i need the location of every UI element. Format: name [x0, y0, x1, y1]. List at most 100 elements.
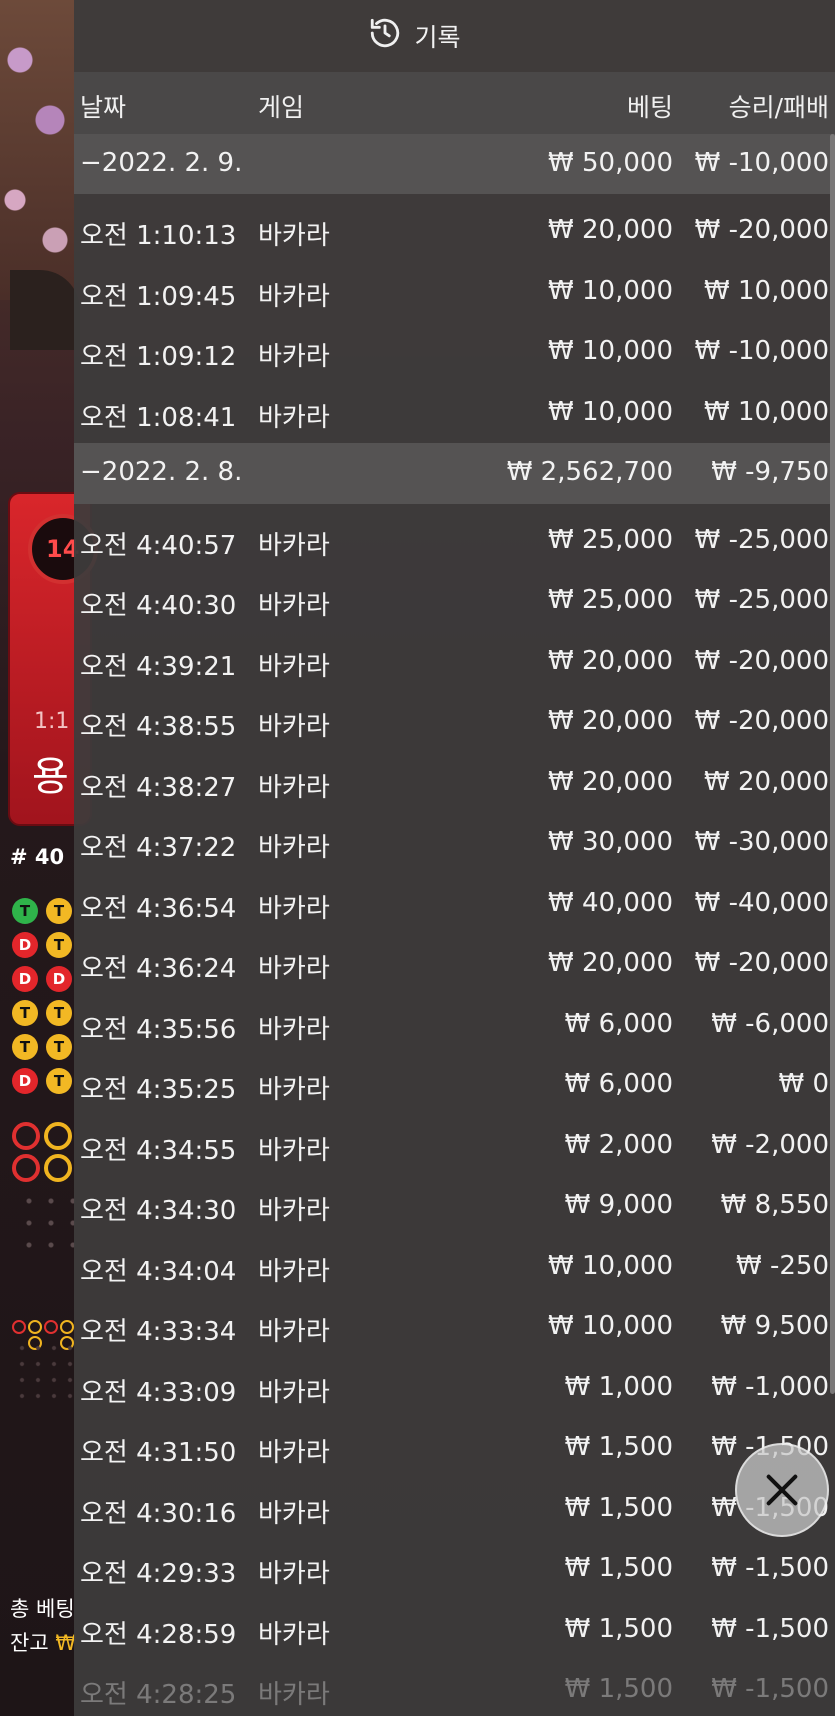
table-row[interactable]: 오전 4:38:55 바카라 ₩ 20,000 ₩ -20,000	[74, 692, 835, 753]
row-bet: ₩ 20,000	[548, 948, 673, 978]
history-panel: 기록 날짜 게임 베팅 승리/패배 −2022. 2. 9. ₩ 50,000 ₩ …	[74, 0, 835, 1716]
table-row[interactable]: 오전 4:31:50바카라₩ 1,500₩ -1,500	[74, 1418, 835, 1479]
table-row[interactable]: 오전 4:39:21 바카라 ₩ 20,000 ₩ -20,000	[74, 632, 835, 693]
row-bet: ₩ 9,000	[564, 1190, 673, 1220]
balance-label: 잔고	[10, 1631, 49, 1655]
row-bet: ₩ 25,000	[548, 524, 673, 555]
column-header-result: 승리/패배	[728, 93, 829, 122]
row-time: 오전 4:28:25	[80, 1680, 237, 1710]
table-row[interactable]: 오전 4:36:54 바카라 ₩ 40,000 ₩ -40,000	[74, 874, 835, 935]
road-bead: T	[12, 1034, 38, 1060]
row-result: ₩ -1,500	[711, 1613, 829, 1644]
table-row[interactable]: 오전 4:28:25 바카라 ₩ 1,500 ₩ -1,500	[74, 1660, 835, 1716]
row-time: 오전 1:09:45	[80, 281, 237, 312]
row-bet: ₩ 1,500	[564, 1553, 673, 1583]
row-result: ₩ -10,000	[694, 336, 829, 366]
table-row[interactable]: 오전 4:34:55 바카라 ₩ 2,000 ₩ -2,000	[74, 1116, 835, 1177]
row-bet: ₩ 1,500	[564, 1674, 673, 1704]
road-bead: D	[46, 966, 72, 992]
row-time: 오전 4:37:22	[80, 833, 237, 863]
row-game: 바카라	[258, 651, 330, 682]
row-game: 바카라	[258, 1014, 330, 1045]
table-row[interactable]: 오전 4:33:34 바카라 ₩ 10,000 ₩ 9,500	[74, 1297, 835, 1358]
row-time: 오전 4:36:54	[80, 893, 237, 924]
row-result: ₩ -25,000	[694, 585, 829, 615]
table-row[interactable]: 오전 4:35:56 바카라 ₩ 6,000 ₩ -6,000	[74, 995, 835, 1056]
row-bet: ₩ 10,000	[548, 1311, 673, 1341]
row-time: 오전 4:34:30	[80, 1196, 237, 1226]
table-row[interactable]: 오전 4:40:57 바카라 ₩ 25,000 ₩ -25,000	[74, 511, 835, 572]
date-group-row[interactable]: −2022. 2. 9. ₩ 50,000 ₩ -10,000	[74, 134, 835, 194]
empty-road-grid	[18, 1190, 78, 1250]
row-time: 오전 4:35:56	[80, 1014, 237, 1045]
big-road-ring	[12, 1154, 40, 1182]
row-bet: ₩ 10,000	[548, 275, 673, 306]
row-result: ₩ -6,000	[711, 1008, 829, 1039]
row-time: 오전 1:08:41	[80, 402, 237, 433]
small-road-ring	[28, 1320, 42, 1334]
table-row[interactable]: 오전 1:08:41 바카라 ₩ 10,000 ₩ 10,000	[74, 383, 835, 444]
table-row[interactable]: 오전 4:35:25 바카라 ₩ 6,000 ₩ 0	[74, 1055, 835, 1116]
table-row[interactable]: 오전 4:29:33 바카라 ₩ 1,500 ₩ -1,500	[74, 1539, 835, 1600]
row-time: 오전 4:30:16	[80, 1498, 237, 1529]
group-result-total: ₩ -9,750	[711, 457, 829, 487]
scrollbar[interactable]	[830, 134, 835, 1394]
row-game: 바카라	[258, 893, 330, 924]
table-row[interactable]: 오전 1:09:12 바카라 ₩ 10,000 ₩ -10,000	[74, 322, 835, 383]
row-time: 오전 4:34:04	[80, 1256, 237, 1287]
row-game: 바카라	[258, 402, 330, 433]
row-game: 바카라	[258, 1135, 330, 1166]
table-row[interactable]: 오전 4:33:09 바카라 ₩ 1,000 ₩ -1,000	[74, 1358, 835, 1419]
row-bet: ₩ 6,000	[564, 1008, 673, 1039]
history-list[interactable]: −2022. 2. 9. ₩ 50,000 ₩ -10,000 오전 1:10:13 바…	[74, 134, 835, 1716]
table-row[interactable]: 오전 4:34:30 바카라 ₩ 9,000 ₩ 8,550	[74, 1176, 835, 1237]
row-bet: ₩ 10,000	[548, 336, 673, 366]
table-row[interactable]: 오전 1:10:13 바카라 ₩ 20,000 ₩ -20,000	[74, 201, 835, 262]
small-road-ring	[12, 1320, 26, 1334]
close-button[interactable]	[735, 1443, 829, 1537]
column-header-date: 날짜	[80, 93, 127, 122]
row-result: ₩ -30,000	[694, 827, 829, 857]
row-bet: ₩ 2,000	[564, 1129, 673, 1160]
table-row[interactable]: 오전 1:09:45 바카라 ₩ 10,000 ₩ 10,000	[74, 262, 835, 323]
table-row[interactable]: 오전 4:28:59 바카라 ₩ 1,500 ₩ -1,500	[74, 1600, 835, 1661]
row-time: 오전 1:09:12	[80, 342, 237, 372]
row-time: 오전 4:31:50	[80, 1438, 237, 1468]
row-bet: ₩ 10,000	[548, 1250, 673, 1281]
row-result: ₩ -40,000	[694, 887, 829, 918]
decor-vase	[10, 270, 80, 350]
table-row[interactable]: 오전 4:40:30 바카라 ₩ 25,000 ₩ -25,000	[74, 571, 835, 632]
row-bet: ₩ 20,000	[548, 766, 673, 797]
table-row[interactable]: 오전 4:38:27 바카라 ₩ 20,000 ₩ 20,000	[74, 753, 835, 814]
row-result: ₩ -25,000	[694, 524, 829, 555]
empty-road-grid	[14, 1340, 78, 1400]
row-game: 바카라	[258, 1498, 330, 1529]
table-row[interactable]: 오전 4:36:24 바카라 ₩ 20,000 ₩ -20,000	[74, 934, 835, 995]
date-group-row[interactable]: −2022. 2. 8. ₩ 2,562,700 ₩ -9,750	[74, 443, 835, 504]
column-header-bet: 베팅	[626, 93, 673, 122]
row-game: 바카라	[258, 954, 330, 984]
row-bet: ₩ 1,500	[564, 1613, 673, 1644]
row-time: 오전 4:39:21	[80, 651, 237, 682]
row-game: 바카라	[258, 1256, 330, 1287]
row-result: ₩ -250	[736, 1250, 829, 1281]
group-date: −2022. 2. 9.	[80, 148, 243, 178]
history-icon	[368, 16, 402, 56]
small-road-ring	[44, 1320, 58, 1334]
row-result: ₩ -20,000	[694, 645, 829, 676]
row-game: 바카라	[258, 1619, 330, 1650]
row-result: ₩ 0	[778, 1069, 829, 1099]
row-result: ₩ 9,500	[720, 1311, 829, 1341]
road-bead: T	[46, 1068, 72, 1094]
row-bet: ₩ 1,500	[564, 1432, 673, 1462]
row-bet: ₩ 30,000	[548, 827, 673, 857]
big-road-ring	[12, 1122, 40, 1150]
table-row[interactable]: 오전 4:34:04 바카라 ₩ 10,000 ₩ -250	[74, 1237, 835, 1298]
table-row[interactable]: 오전 4:30:16바카라₩ 1,500₩ -1,500	[74, 1479, 835, 1540]
table-row[interactable]: 오전 4:37:22 바카라 ₩ 30,000 ₩ -30,000	[74, 813, 835, 874]
panel-title: 기록	[414, 23, 461, 52]
row-bet: ₩ 20,000	[548, 645, 673, 676]
round-number: # 40	[10, 845, 65, 869]
row-game: 바카라	[258, 281, 330, 312]
row-time: 오전 4:35:25	[80, 1075, 237, 1105]
